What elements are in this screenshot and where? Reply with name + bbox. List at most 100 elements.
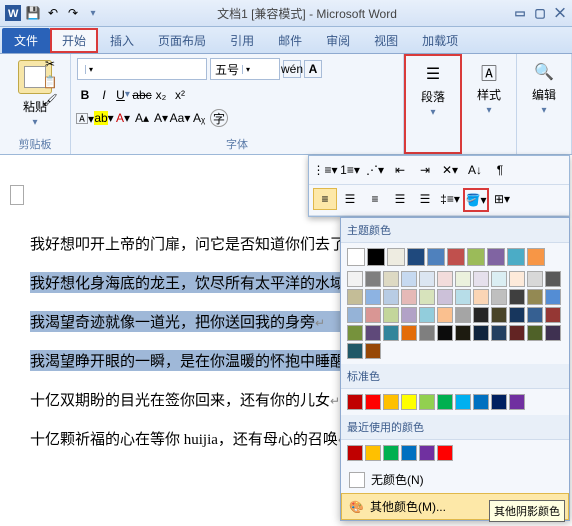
subscript-button[interactable]: x₂ [153, 87, 169, 103]
color-swatch[interactable] [545, 325, 561, 341]
color-swatch[interactable] [491, 394, 507, 410]
color-swatch[interactable] [383, 271, 399, 287]
show-marks-icon[interactable]: ¶ [488, 159, 512, 181]
multilevel-icon[interactable]: ⋰▾ [363, 159, 387, 181]
shrink-font-icon[interactable]: A▾ [153, 110, 169, 126]
color-swatch[interactable] [491, 289, 507, 305]
font-size-combo[interactable]: 五号▾ [210, 58, 280, 80]
cut-icon[interactable]: ✂ [42, 56, 58, 72]
color-swatch[interactable] [473, 271, 489, 287]
change-case-icon[interactable]: Aa▾ [172, 110, 188, 126]
no-color-item[interactable]: 无颜色(N) [341, 466, 569, 493]
redo-icon[interactable]: ↷ [64, 4, 82, 22]
paragraph-button[interactable]: ☰ 段落 ▾ [412, 60, 454, 120]
copy-icon[interactable]: 📋 [42, 74, 58, 90]
color-swatch[interactable] [419, 394, 435, 410]
color-swatch[interactable] [437, 271, 453, 287]
document-area[interactable]: 我好想叩开上帝的门扉，问它是否知道你们去了何方↵ 我好想化身海底的龙王，饮尽所有… [0, 155, 572, 525]
color-swatch[interactable] [545, 289, 561, 305]
color-swatch[interactable] [509, 325, 525, 341]
color-swatch[interactable] [347, 394, 363, 410]
line-spacing-icon[interactable]: ‡≡▾ [438, 188, 462, 210]
color-swatch[interactable] [455, 289, 471, 305]
color-swatch[interactable] [419, 307, 435, 323]
increase-indent-icon[interactable]: ⇥ [413, 159, 437, 181]
underline-button[interactable]: U▾ [115, 87, 131, 103]
color-swatch[interactable] [545, 271, 561, 287]
save-icon[interactable]: 💾 [24, 4, 42, 22]
italic-button[interactable]: I [96, 87, 112, 103]
color-swatch[interactable] [419, 289, 435, 305]
grow-font-icon[interactable]: A▴ [134, 110, 150, 126]
highlight-icon[interactable]: ab▾ [96, 110, 112, 126]
color-swatch[interactable] [491, 271, 507, 287]
color-swatch[interactable] [509, 289, 525, 305]
justify-icon[interactable]: ☰ [388, 188, 412, 210]
tab-references[interactable]: 引用 [218, 28, 266, 53]
color-swatch[interactable] [383, 325, 399, 341]
color-swatch[interactable] [401, 271, 417, 287]
color-swatch[interactable] [401, 394, 417, 410]
color-swatch[interactable] [473, 307, 489, 323]
color-swatch[interactable] [473, 394, 489, 410]
format-painter-icon[interactable]: 🖌 [42, 92, 58, 108]
color-swatch[interactable] [507, 248, 525, 266]
clear-format-icon[interactable]: Aᵪ [191, 110, 207, 126]
color-swatch[interactable] [347, 343, 363, 359]
color-swatch[interactable] [447, 248, 465, 266]
color-swatch[interactable] [365, 325, 381, 341]
color-swatch[interactable] [473, 289, 489, 305]
color-swatch[interactable] [509, 307, 525, 323]
color-swatch[interactable] [401, 289, 417, 305]
tab-home[interactable]: 开始 [50, 28, 98, 53]
color-swatch[interactable] [419, 445, 435, 461]
align-right-icon[interactable]: ≡ [363, 188, 387, 210]
color-swatch[interactable] [527, 289, 543, 305]
color-swatch[interactable] [365, 394, 381, 410]
bullets-icon[interactable]: ⋮≡▾ [313, 159, 337, 181]
ltr-icon[interactable]: ✕▾ [438, 159, 462, 181]
font-color-icon[interactable]: A▾ [115, 110, 131, 126]
color-swatch[interactable] [545, 307, 561, 323]
color-swatch[interactable] [419, 271, 435, 287]
color-swatch[interactable] [347, 289, 363, 305]
strikethrough-button[interactable]: abc [134, 87, 150, 103]
distribute-icon[interactable]: ☰ [413, 188, 437, 210]
color-swatch[interactable] [527, 271, 543, 287]
color-swatch[interactable] [491, 325, 507, 341]
color-swatch[interactable] [437, 445, 453, 461]
maximize-button[interactable]: ▢ [532, 6, 548, 21]
color-swatch[interactable] [387, 248, 405, 266]
tab-addins[interactable]: 加载项 [410, 28, 470, 53]
color-swatch[interactable] [365, 289, 381, 305]
color-swatch[interactable] [401, 445, 417, 461]
sort-icon[interactable]: A↓ [463, 159, 487, 181]
color-swatch[interactable] [365, 343, 381, 359]
color-swatch[interactable] [437, 307, 453, 323]
styles-button[interactable]: 🄰 样式 ▾ [468, 58, 510, 118]
color-swatch[interactable] [455, 325, 471, 341]
tab-layout[interactable]: 页面布局 [146, 28, 218, 53]
color-swatch[interactable] [437, 394, 453, 410]
color-swatch[interactable] [367, 248, 385, 266]
color-swatch[interactable] [383, 445, 399, 461]
tab-mailings[interactable]: 邮件 [266, 28, 314, 53]
color-swatch[interactable] [347, 307, 363, 323]
color-swatch[interactable] [365, 271, 381, 287]
color-swatch[interactable] [509, 271, 525, 287]
color-swatch[interactable] [487, 248, 505, 266]
enclose-char-icon[interactable]: 字 [210, 109, 228, 127]
align-center-icon[interactable]: ☰ [338, 188, 362, 210]
tab-review[interactable]: 审阅 [314, 28, 362, 53]
close-button[interactable]: ⨉ [552, 6, 568, 21]
color-swatch[interactable] [509, 394, 525, 410]
tab-file[interactable]: 文件 [2, 28, 50, 53]
color-swatch[interactable] [407, 248, 425, 266]
color-swatch[interactable] [383, 289, 399, 305]
shading-icon[interactable]: 🪣▾ [463, 188, 489, 212]
numbering-icon[interactable]: 1≡▾ [338, 159, 362, 181]
align-left-icon[interactable]: ≡ [313, 188, 337, 210]
color-swatch[interactable] [455, 394, 471, 410]
color-swatch[interactable] [401, 307, 417, 323]
color-swatch[interactable] [473, 325, 489, 341]
